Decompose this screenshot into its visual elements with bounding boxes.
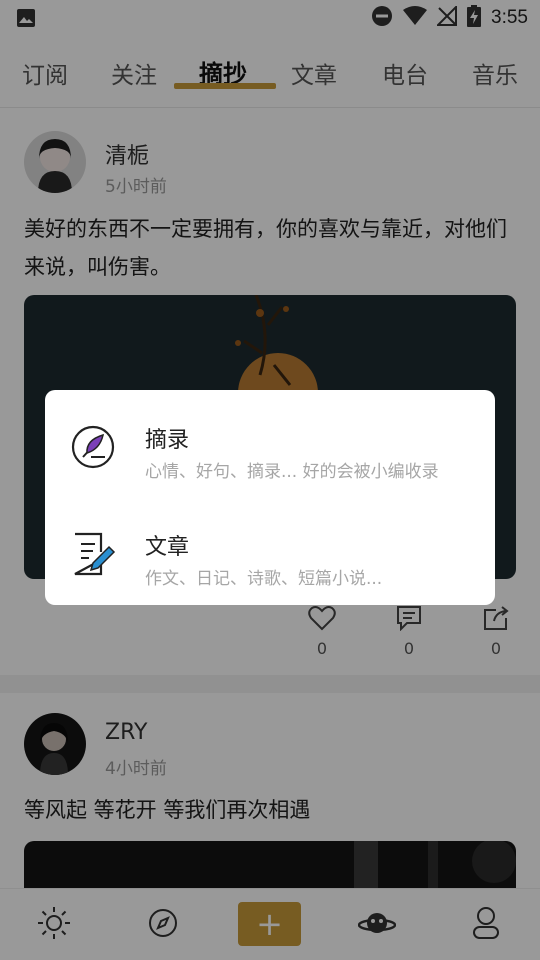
option-title: 摘录	[145, 428, 190, 453]
option-description: 作文、日记、诗歌、短篇小说...	[145, 569, 383, 589]
option-title: 文章	[145, 535, 190, 560]
quill-feather-icon	[69, 423, 117, 471]
option-description: 心情、好句、摘录... 好的会被小编收录	[145, 462, 439, 482]
option-article[interactable]: 文章 作文、日记、诗歌、短篇小说...	[45, 502, 495, 602]
document-pen-icon	[69, 530, 117, 578]
create-post-dialog: 摘录 心情、好句、摘录... 好的会被小编收录 文章 作文、日记、诗歌、短篇小说…	[45, 390, 495, 605]
option-excerpt[interactable]: 摘录 心情、好句、摘录... 好的会被小编收录	[45, 395, 495, 495]
